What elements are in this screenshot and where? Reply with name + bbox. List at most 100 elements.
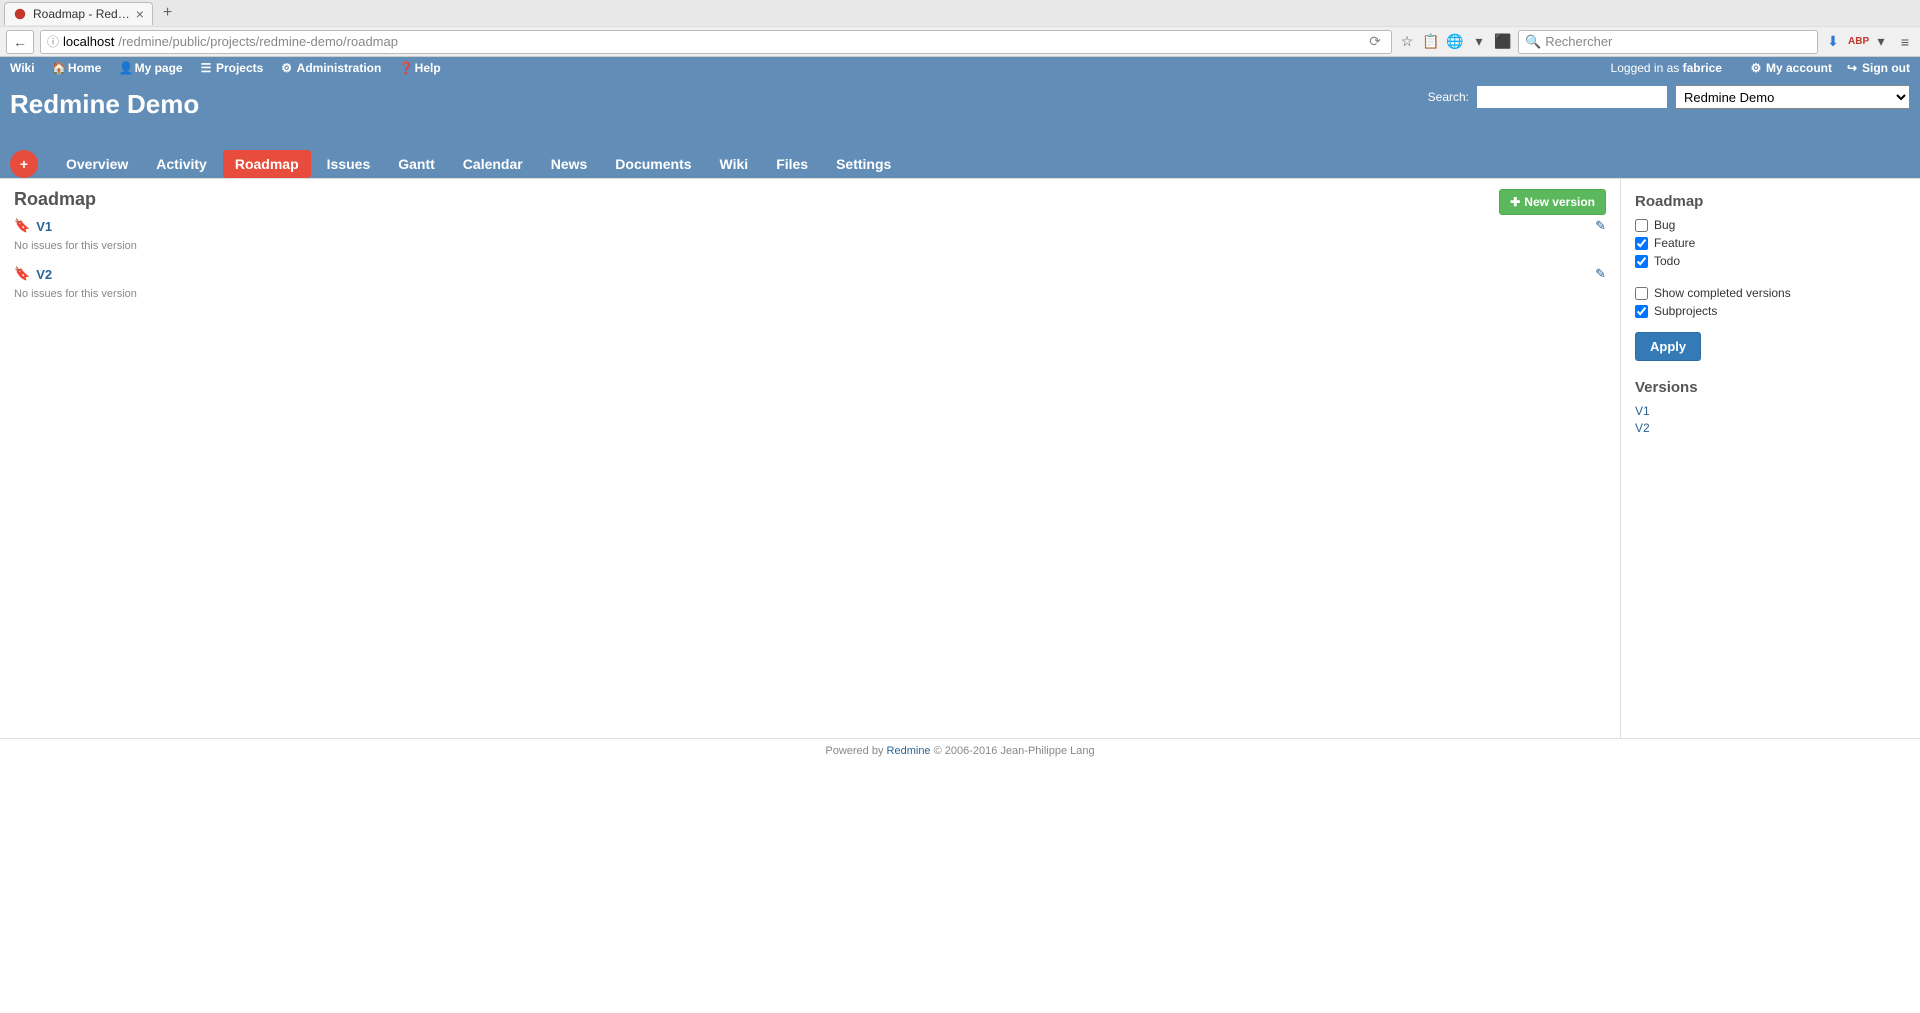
browser-search-placeholder: Rechercher	[1545, 34, 1612, 49]
tracker-feature-label[interactable]: Feature	[1635, 236, 1906, 250]
browser-chrome: Roadmap - Red… × + ← ⓘ localhost/redmine…	[0, 0, 1920, 57]
url-path: /redmine/public/projects/redmine-demo/ro…	[118, 34, 398, 49]
bookmark-star-icon[interactable]: ☆	[1398, 33, 1416, 50]
sign-out-link[interactable]: ↪Sign out	[1846, 61, 1910, 75]
tab-settings[interactable]: Settings	[824, 150, 903, 178]
search-label: Search:	[1428, 90, 1469, 104]
footer: Powered by Redmine © 2006-2016 Jean-Phil…	[0, 738, 1920, 763]
tab-activity[interactable]: Activity	[144, 150, 219, 178]
browser-toolbar: ← ⓘ localhost/redmine/public/projects/re…	[0, 26, 1920, 56]
tab-files[interactable]: Files	[764, 150, 820, 178]
version-block: 🔖 V2 ✎ No issues for this version	[14, 266, 1606, 300]
search-icon: 🔍	[1525, 34, 1541, 50]
apply-button[interactable]: Apply	[1635, 332, 1701, 361]
chevron-down-icon[interactable]: ▾	[1470, 33, 1488, 50]
browser-tab-bar: Roadmap - Red… × +	[0, 0, 1920, 26]
top-projects-link[interactable]: ☰Projects	[200, 61, 263, 75]
search-input[interactable]	[1477, 86, 1667, 108]
tab-issues[interactable]: Issues	[315, 150, 383, 178]
abp-icon[interactable]: ABP	[1848, 36, 1866, 47]
hamburger-menu-icon[interactable]: ≡	[1896, 34, 1914, 50]
no-issues-text: No issues for this version	[14, 240, 1606, 252]
no-issues-text: No issues for this version	[14, 288, 1606, 300]
reload-icon[interactable]: ⟳	[1365, 33, 1385, 50]
site-info-icon[interactable]: ⓘ	[47, 33, 59, 50]
browser-tab-title: Roadmap - Red…	[33, 7, 130, 21]
download-status-icon[interactable]: 🌐	[1446, 33, 1464, 50]
contextual-actions: ✚ New version	[1499, 189, 1606, 215]
subprojects-checkbox[interactable]	[1635, 305, 1648, 318]
new-object-button[interactable]: +	[10, 150, 38, 178]
show-completed-label[interactable]: Show completed versions	[1635, 286, 1906, 300]
sidebar-version-v1[interactable]: V1	[1635, 404, 1906, 418]
tab-close-icon[interactable]: ×	[136, 6, 144, 22]
subprojects-label[interactable]: Subprojects	[1635, 304, 1906, 318]
pocket-icon[interactable]: ⬛	[1494, 33, 1512, 50]
tab-news[interactable]: News	[539, 150, 600, 178]
chevron-down-icon[interactable]: ▾	[1872, 33, 1890, 50]
plus-icon: ✚	[1510, 195, 1520, 209]
signout-icon: ↪	[1846, 61, 1858, 75]
sidebar-roadmap-heading: Roadmap	[1635, 193, 1906, 210]
tab-roadmap[interactable]: Roadmap	[223, 150, 311, 178]
top-menu: Wiki 🏠Home 👤My page ☰Projects ⚙Administr…	[0, 57, 1920, 79]
project-jump-select[interactable]: Redmine Demo	[1675, 85, 1910, 109]
tab-overview[interactable]: Overview	[54, 150, 140, 178]
footer-copyright: © 2006-2016 Jean-Philippe Lang	[931, 745, 1095, 757]
top-menu-right: Logged in as fabrice ⚙My account ↪Sign o…	[1611, 61, 1910, 75]
footer-powered-by: Powered by	[825, 745, 886, 757]
quick-search: Search: Redmine Demo	[1428, 85, 1910, 109]
browser-url-bar[interactable]: ⓘ localhost/redmine/public/projects/redm…	[40, 30, 1392, 54]
main-wrapper: ✚ New version Roadmap 🔖 V1 ✎ No issues f…	[0, 178, 1920, 738]
new-version-button[interactable]: ✚ New version	[1499, 189, 1606, 215]
version-link-v1[interactable]: 🔖 V1	[14, 218, 52, 234]
gear-icon: ⚙	[1750, 61, 1762, 75]
header: Search: Redmine Demo Redmine Demo + Over…	[0, 79, 1920, 178]
current-user-link[interactable]: fabrice	[1683, 61, 1722, 75]
top-wiki-link[interactable]: Wiki	[10, 61, 35, 75]
favicon-icon	[13, 7, 27, 21]
top-admin-link[interactable]: ⚙Administration	[281, 61, 382, 75]
logged-in-text: Logged in as fabrice	[1611, 61, 1736, 75]
user-icon: 👤	[119, 61, 131, 75]
browser-tab[interactable]: Roadmap - Red… ×	[4, 2, 153, 25]
clipboard-icon[interactable]: 📋	[1422, 33, 1440, 50]
tracker-todo-label[interactable]: Todo	[1635, 254, 1906, 268]
sidebar: Roadmap Bug Feature Todo Show completed …	[1620, 179, 1920, 738]
tab-gantt[interactable]: Gantt	[386, 150, 447, 178]
tab-documents[interactable]: Documents	[603, 150, 703, 178]
help-icon: ❓	[399, 61, 411, 75]
page-title: Roadmap	[14, 189, 1606, 210]
tracker-feature-checkbox[interactable]	[1635, 237, 1648, 250]
download-icon[interactable]: ⬇	[1824, 33, 1842, 50]
tab-calendar[interactable]: Calendar	[451, 150, 535, 178]
sidebar-versions-heading: Versions	[1635, 379, 1906, 396]
url-host: localhost	[63, 34, 114, 49]
top-menu-left: Wiki 🏠Home 👤My page ☰Projects ⚙Administr…	[10, 61, 455, 75]
gear-icon: ⚙	[281, 61, 293, 75]
tracker-bug-checkbox[interactable]	[1635, 219, 1648, 232]
version-block: 🔖 V1 ✎ No issues for this version	[14, 218, 1606, 252]
version-link-v2[interactable]: 🔖 V2	[14, 266, 52, 282]
bookmark-icon: 🔖	[14, 266, 30, 282]
bookmark-icon: 🔖	[14, 218, 30, 234]
new-tab-button[interactable]: +	[153, 4, 182, 22]
tab-wiki[interactable]: Wiki	[708, 150, 761, 178]
tracker-todo-checkbox[interactable]	[1635, 255, 1648, 268]
show-completed-checkbox[interactable]	[1635, 287, 1648, 300]
list-icon: ☰	[200, 61, 212, 75]
main-menu: + Overview Activity Roadmap Issues Gantt…	[10, 132, 1910, 178]
my-account-link[interactable]: ⚙My account	[1750, 61, 1832, 75]
sidebar-version-v2[interactable]: V2	[1635, 421, 1906, 435]
home-icon: 🏠	[52, 61, 64, 75]
edit-version-icon[interactable]: ✎	[1595, 266, 1606, 282]
top-home-link[interactable]: 🏠Home	[52, 61, 101, 75]
edit-version-icon[interactable]: ✎	[1595, 218, 1606, 234]
tracker-bug-label[interactable]: Bug	[1635, 218, 1906, 232]
content: ✚ New version Roadmap 🔖 V1 ✎ No issues f…	[0, 179, 1620, 738]
top-help-link[interactable]: ❓Help	[399, 61, 441, 75]
browser-search-box[interactable]: 🔍 Rechercher	[1518, 30, 1818, 54]
top-mypage-link[interactable]: 👤My page	[119, 61, 183, 75]
browser-back-button[interactable]: ←	[6, 30, 34, 54]
footer-redmine-link[interactable]: Redmine	[887, 745, 931, 757]
